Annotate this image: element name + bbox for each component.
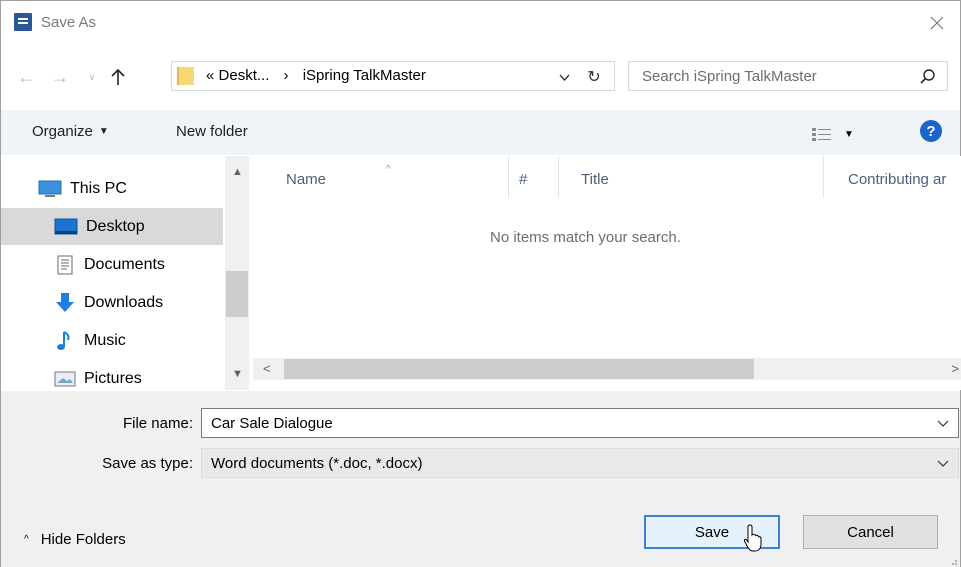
chevron-down-icon: ∨	[88, 71, 96, 82]
scroll-down-icon[interactable]: ▼	[232, 368, 243, 380]
hide-folders-button[interactable]: ^ Hide Folders	[24, 531, 126, 548]
title-bar: Save As	[1, 1, 960, 45]
chevron-up-icon: ^	[24, 534, 29, 545]
caret-down-icon: ▼	[844, 128, 854, 140]
sidebar-item-desktop[interactable]: Desktop	[1, 208, 223, 245]
sidebar-item-label: Documents	[84, 255, 165, 273]
navigation-pane: This PC Desktop Documents Downloads Musi…	[1, 156, 249, 391]
empty-list-message: No items match your search.	[490, 229, 681, 246]
details-view-icon	[812, 128, 831, 141]
sidebar-item-label: Desktop	[86, 217, 145, 235]
scrollbar-thumb[interactable]	[226, 271, 248, 317]
cancel-button-label: Cancel	[847, 523, 894, 541]
scroll-right-icon[interactable]: >	[951, 361, 959, 376]
breadcrumb-separator[interactable]: ›	[284, 67, 289, 84]
file-name-input[interactable]: Car Sale Dialogue	[211, 415, 333, 432]
column-header-title[interactable]: Title	[560, 156, 824, 198]
search-input[interactable]: Search iSpring TalkMaster	[642, 68, 817, 85]
breadcrumb-current[interactable]: iSpring TalkMaster	[303, 67, 426, 84]
horizontal-scrollbar[interactable]: < >	[253, 358, 961, 380]
command-bar: Organize ▼ New folder ▼	[1, 110, 960, 155]
pictures-icon	[54, 371, 76, 386]
computer-icon	[38, 180, 62, 197]
file-name-field[interactable]: Car Sale Dialogue	[201, 408, 959, 438]
organize-button[interactable]: Organize ▼	[32, 123, 109, 140]
recent-locations-button[interactable]: ∨	[81, 65, 103, 89]
sidebar-item-music[interactable]: Music	[1, 322, 223, 359]
refresh-button[interactable]: ↻	[582, 67, 606, 87]
column-header-label: Title	[581, 171, 609, 188]
caret-down-icon: ▼	[98, 126, 109, 137]
navigation-bar: ← → ∨ « Deskt... › iSpring TalkMaster ↻ …	[1, 49, 960, 105]
column-header-contributing-artists[interactable]: Contributing ar	[825, 156, 961, 198]
music-icon	[57, 330, 70, 350]
sidebar-item-downloads[interactable]: Downloads	[1, 284, 223, 321]
sidebar-item-label: Music	[84, 331, 126, 349]
sidebar-item-label: Pictures	[84, 369, 142, 387]
save-form: File name: Car Sale Dialogue Save as typ…	[1, 391, 960, 567]
save-as-type-select[interactable]: Word documents (*.doc, *.docx)	[201, 448, 959, 478]
hide-folders-label: Hide Folders	[40, 531, 126, 548]
sidebar-item-pictures[interactable]: Pictures	[1, 360, 223, 391]
new-folder-button[interactable]: New folder	[176, 123, 248, 140]
breadcrumb-overflow[interactable]: «	[206, 67, 214, 84]
resize-grip-icon[interactable]	[948, 556, 958, 566]
change-view-button[interactable]: ▼	[812, 125, 862, 143]
file-name-label: File name:	[122, 415, 193, 432]
cancel-button[interactable]: Cancel	[803, 515, 938, 549]
save-as-type-value: Word documents (*.doc, *.docx)	[211, 455, 423, 472]
sidebar-item-label: Downloads	[84, 293, 164, 311]
address-bar[interactable]: « Deskt... › iSpring TalkMaster ↻	[171, 61, 615, 91]
folder-icon	[177, 67, 194, 85]
sort-ascending-icon: ^	[386, 164, 391, 175]
file-list: ^ Name # Title Contributing ar No items …	[253, 156, 961, 390]
search-box[interactable]: Search iSpring TalkMaster	[628, 61, 948, 91]
column-header-label: #	[519, 171, 528, 188]
dialog-title: Save As	[41, 14, 97, 31]
close-icon	[930, 16, 944, 30]
forward-arrow-icon: →	[51, 66, 69, 87]
documents-icon	[57, 255, 73, 274]
scroll-left-icon[interactable]: <	[263, 361, 271, 376]
sidebar-item-documents[interactable]: Documents	[1, 246, 223, 283]
mouse-cursor-icon	[743, 524, 762, 552]
column-header-name[interactable]: ^ Name	[253, 156, 509, 198]
search-icon[interactable]	[919, 68, 937, 86]
save-button-label: Save	[694, 523, 730, 541]
scrollbar-thumb[interactable]	[284, 359, 754, 379]
chevron-down-icon	[559, 74, 569, 81]
up-button[interactable]	[107, 65, 129, 89]
column-header-label: Contributing ar	[848, 171, 947, 188]
scroll-up-icon[interactable]: ▲	[232, 166, 243, 178]
sidebar-item-this-pc[interactable]: This PC	[1, 170, 223, 207]
close-button[interactable]	[914, 1, 960, 45]
help-button[interactable]: ?	[920, 120, 942, 142]
refresh-icon: ↻	[587, 69, 601, 86]
sidebar-item-label: This PC	[70, 179, 127, 197]
column-header-number[interactable]: #	[510, 156, 559, 198]
chevron-down-icon	[937, 460, 949, 467]
save-as-type-label: Save as type:	[102, 455, 193, 472]
chevron-down-icon[interactable]	[936, 417, 950, 429]
navigation-scrollbar[interactable]: ▲ ▼	[225, 156, 249, 390]
column-header-label: Name	[286, 171, 327, 188]
back-arrow-icon: ←	[17, 66, 35, 87]
app-icon	[14, 13, 32, 31]
breadcrumb: « Deskt... › iSpring TalkMaster	[206, 67, 426, 84]
address-dropdown-button[interactable]	[555, 69, 573, 85]
up-arrow-icon	[111, 68, 125, 85]
downloads-icon	[56, 292, 74, 312]
organize-label: Organize	[32, 123, 93, 140]
save-as-dialog: Save As ← → ∨ « Deskt... › iSpring TalkM…	[0, 0, 961, 567]
forward-button[interactable]: →	[49, 65, 71, 89]
desktop-icon	[54, 218, 78, 234]
back-button[interactable]: ←	[15, 65, 37, 89]
breadcrumb-desktop[interactable]: Deskt...	[219, 67, 270, 84]
